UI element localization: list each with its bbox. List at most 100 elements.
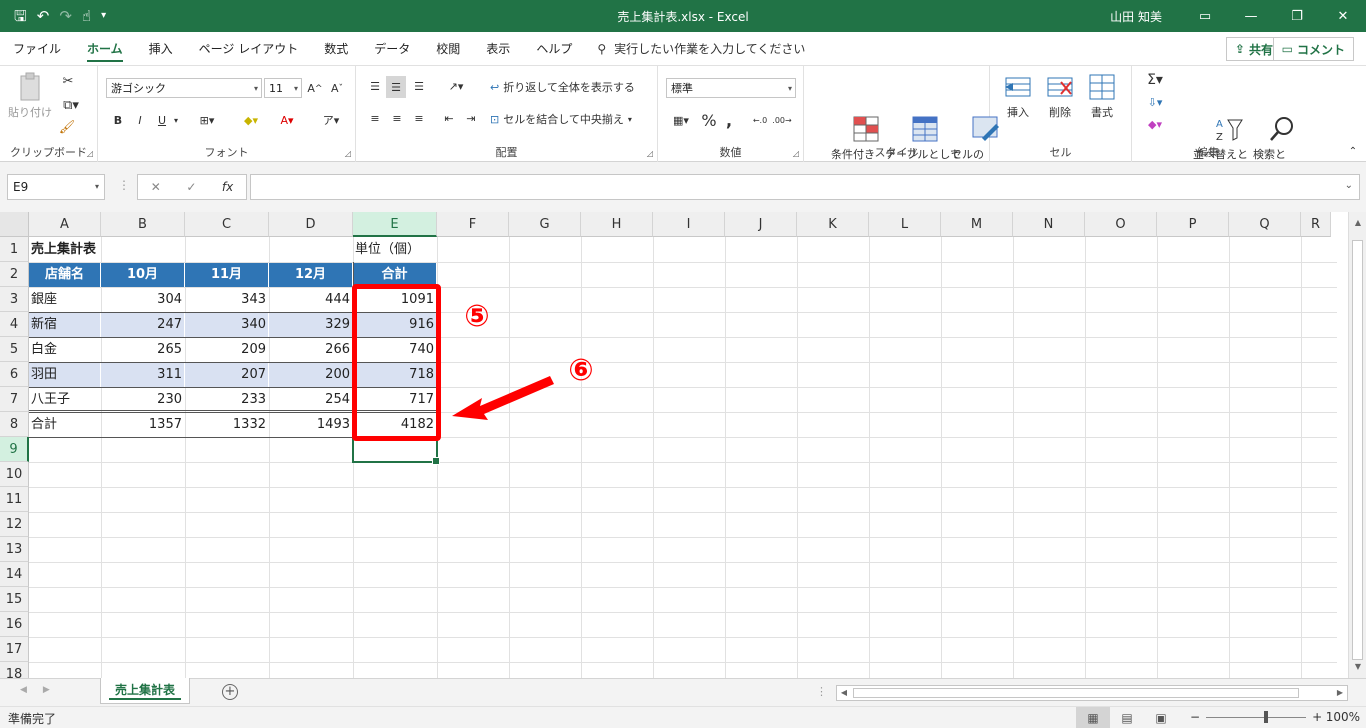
column-header-n[interactable]: N bbox=[1013, 212, 1085, 237]
cell-b8[interactable]: 1357 bbox=[101, 413, 184, 437]
horizontal-scrollbar[interactable]: ◀ ▶ bbox=[836, 685, 1348, 701]
autosum-icon[interactable]: Σ▾ bbox=[1140, 70, 1170, 90]
vertical-scrollbar[interactable]: ▲ ▼ bbox=[1348, 212, 1366, 678]
font-name-select[interactable]: 游ゴシック ▾ bbox=[106, 78, 262, 98]
user-name[interactable]: 山田 知美 bbox=[1110, 8, 1162, 25]
zoom-track[interactable] bbox=[1206, 710, 1307, 723]
copy-icon[interactable]: ⧉▾ bbox=[58, 96, 84, 114]
column-header-p[interactable]: P bbox=[1157, 212, 1229, 237]
cell-b7[interactable]: 230 bbox=[101, 388, 184, 412]
cell-header-a[interactable]: 店舗名 bbox=[29, 263, 100, 287]
enter-icon[interactable]: ✓ bbox=[186, 180, 196, 194]
collapse-ribbon-icon[interactable]: ⌃ bbox=[1346, 144, 1360, 158]
page-break-view-icon[interactable]: ▣ bbox=[1144, 707, 1178, 728]
percent-icon[interactable]: % bbox=[700, 110, 718, 130]
alignment-launcher-icon[interactable]: ◿ bbox=[647, 149, 653, 158]
cell-a7[interactable]: 八王子 bbox=[29, 388, 100, 412]
cell-header-d[interactable]: 12月 bbox=[269, 263, 352, 287]
align-top-icon[interactable]: ☰ bbox=[366, 76, 384, 96]
column-header-a[interactable]: A bbox=[29, 212, 101, 237]
tab-view[interactable]: 表示 bbox=[473, 32, 523, 66]
bold-button[interactable]: B bbox=[110, 110, 126, 130]
column-header-b[interactable]: B bbox=[101, 212, 185, 237]
scroll-left-icon[interactable]: ◀ bbox=[837, 686, 851, 700]
touch-mode-icon[interactable]: ☝ bbox=[82, 0, 91, 32]
worksheet-grid[interactable]: A B C D E F G H I J K L M N O P Q R 1 2 3 4 5 6 7 8 9 10 11 12 13 14 15 1… bbox=[0, 212, 1366, 678]
add-sheet-icon[interactable]: + bbox=[222, 684, 238, 700]
cell-d3[interactable]: 444 bbox=[269, 288, 352, 312]
accounting-format-icon[interactable]: ▦▾ bbox=[666, 110, 696, 130]
orientation-icon[interactable]: ↗▾ bbox=[442, 76, 470, 96]
column-header-m[interactable]: M bbox=[941, 212, 1013, 237]
number-launcher-icon[interactable]: ◿ bbox=[793, 149, 799, 158]
tab-formulas[interactable]: 数式 bbox=[311, 32, 361, 66]
tab-file[interactable]: ファイル bbox=[0, 32, 74, 66]
select-all-corner[interactable] bbox=[0, 212, 29, 237]
cell-d6[interactable]: 200 bbox=[269, 363, 352, 387]
column-header-j[interactable]: J bbox=[725, 212, 797, 237]
align-left-icon[interactable]: ≡ bbox=[366, 108, 384, 128]
row-header-14[interactable]: 14 bbox=[0, 562, 29, 587]
expand-formula-bar-icon[interactable]: ⌄ bbox=[1345, 180, 1353, 191]
cell-b3[interactable]: 304 bbox=[101, 288, 184, 312]
vertical-scroll-thumb[interactable] bbox=[1352, 240, 1363, 660]
cell-a3[interactable]: 銀座 bbox=[29, 288, 100, 312]
cell-d8[interactable]: 1493 bbox=[269, 413, 352, 437]
increase-decimal-icon[interactable]: ←.0 bbox=[750, 110, 770, 130]
cell-d4[interactable]: 329 bbox=[269, 313, 352, 337]
row-header-4[interactable]: 4 bbox=[0, 312, 29, 337]
fill-color-icon[interactable]: ◆▾ bbox=[236, 110, 266, 130]
column-header-g[interactable]: G bbox=[509, 212, 581, 237]
tell-me-box[interactable]: ⚲ 実行したい作業を入力してください bbox=[597, 40, 805, 57]
scroll-down-icon[interactable]: ▼ bbox=[1349, 658, 1366, 676]
row-header-1[interactable]: 1 bbox=[0, 237, 29, 262]
clear-icon[interactable]: ◆▾ bbox=[1140, 114, 1170, 134]
row-header-5[interactable]: 5 bbox=[0, 337, 29, 362]
italic-button[interactable]: I bbox=[132, 110, 148, 130]
underline-dropdown-icon[interactable]: ▾ bbox=[170, 110, 182, 130]
row-header-16[interactable]: 16 bbox=[0, 612, 29, 637]
cell-header-b[interactable]: 10月 bbox=[101, 263, 184, 287]
column-header-k[interactable]: K bbox=[797, 212, 869, 237]
clipboard-launcher-icon[interactable]: ◿ bbox=[87, 149, 93, 158]
increase-indent-icon[interactable]: ⇥ bbox=[462, 108, 480, 128]
row-header-8[interactable]: 8 bbox=[0, 412, 29, 437]
normal-view-icon[interactable]: ▦ bbox=[1076, 707, 1110, 728]
restore-button[interactable]: ❐ bbox=[1274, 0, 1320, 32]
row-header-3[interactable]: 3 bbox=[0, 287, 29, 312]
cell-d7[interactable]: 254 bbox=[269, 388, 352, 412]
scroll-right-icon[interactable]: ▶ bbox=[1333, 686, 1347, 700]
borders-icon[interactable]: ⊞▾ bbox=[192, 110, 222, 130]
insert-cells-button[interactable]: 挿入 bbox=[998, 72, 1038, 120]
tab-page-layout[interactable]: ページ レイアウト bbox=[186, 32, 312, 66]
row-header-17[interactable]: 17 bbox=[0, 637, 29, 662]
paste-button[interactable]: 貼り付け bbox=[6, 72, 54, 120]
column-header-q[interactable]: Q bbox=[1229, 212, 1301, 237]
phonetic-icon[interactable]: ア▾ bbox=[316, 110, 346, 130]
column-header-r[interactable]: R bbox=[1301, 212, 1331, 237]
row-header-9[interactable]: 9 bbox=[0, 437, 29, 462]
close-button[interactable]: ✕ bbox=[1320, 0, 1366, 32]
increase-font-icon[interactable]: A ^ bbox=[306, 78, 324, 98]
cell-d5[interactable]: 266 bbox=[269, 338, 352, 362]
cell-a8[interactable]: 合計 bbox=[29, 413, 100, 437]
cell-e1-unit[interactable]: 単位（個） bbox=[353, 238, 436, 262]
zoom-slider[interactable]: − + bbox=[1190, 710, 1322, 724]
underline-button[interactable]: U bbox=[154, 110, 170, 130]
font-launcher-icon[interactable]: ◿ bbox=[345, 149, 351, 158]
font-color-icon[interactable]: A▾ bbox=[272, 110, 302, 130]
format-painter-icon[interactable]: 🖌 bbox=[58, 118, 76, 136]
font-size-select[interactable]: 11 ▾ bbox=[264, 78, 302, 98]
row-header-15[interactable]: 15 bbox=[0, 587, 29, 612]
comment-button[interactable]: ▭ コメント bbox=[1272, 37, 1354, 61]
cancel-icon[interactable]: ✕ bbox=[151, 180, 161, 194]
cell-c8[interactable]: 1332 bbox=[185, 413, 268, 437]
name-box[interactable]: E9 ▾ bbox=[7, 174, 105, 200]
column-header-h[interactable]: H bbox=[581, 212, 653, 237]
align-bottom-icon[interactable]: ☰ bbox=[410, 76, 428, 96]
tab-review[interactable]: 校閲 bbox=[423, 32, 473, 66]
ribbon-display-options-icon[interactable]: ▭ bbox=[1182, 0, 1228, 32]
row-header-7[interactable]: 7 bbox=[0, 387, 29, 412]
decrease-decimal-icon[interactable]: .00→ bbox=[772, 110, 792, 130]
row-header-2[interactable]: 2 bbox=[0, 262, 29, 287]
